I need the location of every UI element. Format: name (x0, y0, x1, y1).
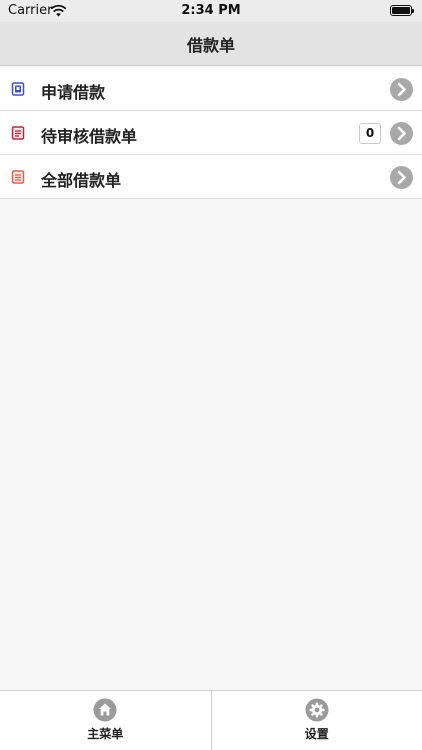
tab-settings[interactable]: 设置 (210, 691, 422, 750)
home-icon (93, 698, 117, 722)
menu-item-label: 申请借款 (41, 83, 106, 102)
chevron-right-icon (390, 166, 413, 189)
menu-list: 申请借款 待审核借款单 0 全部借款单 (0, 67, 422, 199)
page-title: 借款单 (186, 35, 235, 55)
menu-item-pending-loans[interactable]: 待审核借款单 0 (0, 111, 422, 155)
tab-main-menu[interactable]: 主菜单 (0, 691, 211, 750)
chevron-right-icon (390, 78, 413, 101)
pending-form-icon (11, 126, 25, 140)
battery-icon (390, 5, 414, 16)
tab-bar: 主菜单 设置 (0, 690, 422, 750)
pending-count-badge: 0 (359, 123, 381, 144)
gear-icon (305, 698, 329, 722)
menu-item-apply-loan[interactable]: 申请借款 (0, 67, 422, 111)
tab-label: 设置 (304, 727, 329, 741)
app-screen: Carrier 2:34 PM 借款单 申请借款 待审核借款单 0 全部借款单 … (0, 0, 422, 750)
nav-bar: 借款单 (0, 22, 422, 66)
tab-label: 主菜单 (87, 727, 124, 741)
apply-form-icon (11, 82, 25, 96)
battery-level (392, 7, 410, 14)
menu-item-label: 全部借款单 (41, 171, 122, 190)
all-forms-icon (11, 170, 25, 184)
status-bar: Carrier 2:34 PM (0, 0, 422, 22)
clock: 2:34 PM (181, 3, 241, 18)
menu-item-label: 待审核借款单 (41, 127, 138, 146)
menu-item-all-loans[interactable]: 全部借款单 (0, 155, 422, 199)
chevron-right-icon (390, 122, 413, 145)
